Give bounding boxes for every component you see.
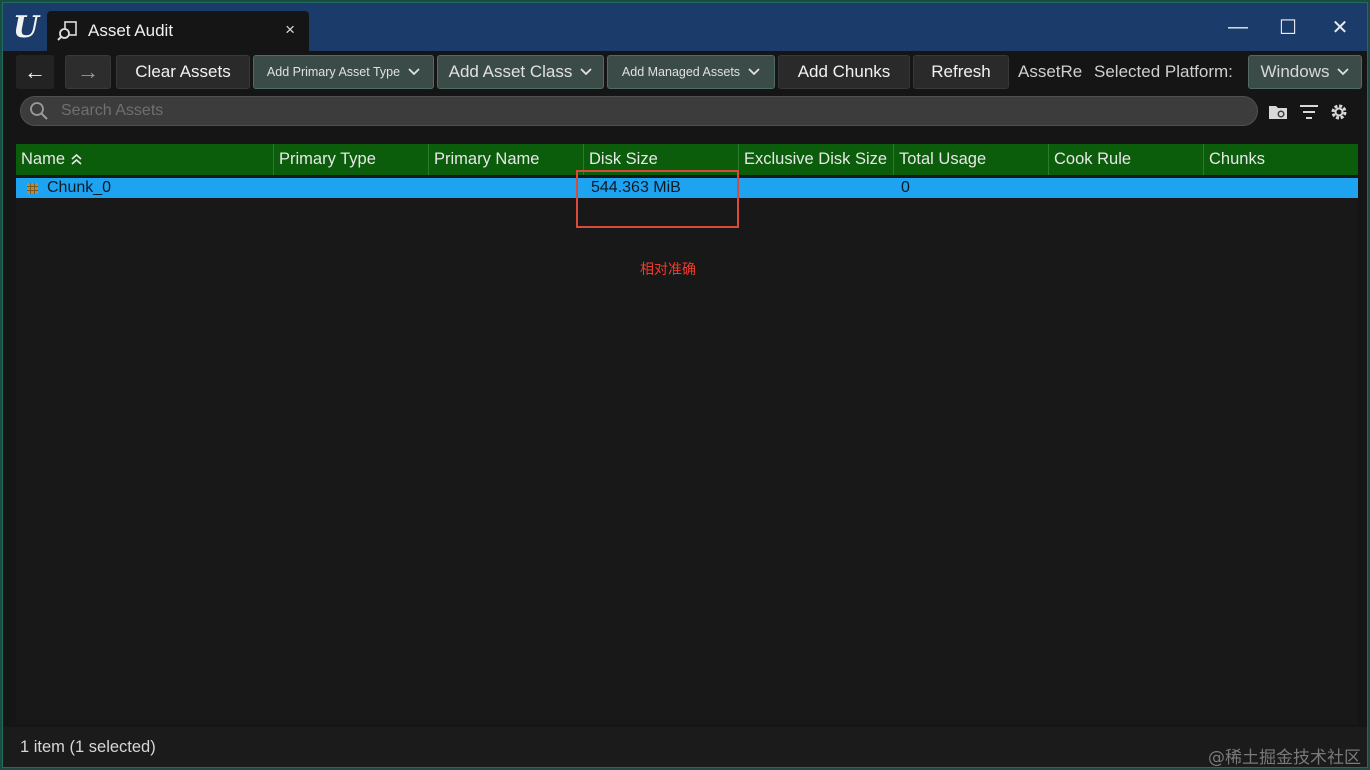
sort-ascending-icon bbox=[71, 154, 82, 165]
minimize-button[interactable]: — bbox=[1220, 13, 1256, 41]
settings-gear-icon[interactable] bbox=[1328, 101, 1350, 123]
back-button[interactable]: ← bbox=[16, 55, 54, 89]
refresh-button[interactable]: Refresh bbox=[913, 55, 1009, 89]
chevron-down-icon bbox=[580, 68, 593, 76]
dropdown-label: Add Managed Assets bbox=[621, 65, 741, 79]
add-asset-class-dropdown[interactable]: Add Asset Class bbox=[437, 55, 604, 89]
filter-icon[interactable] bbox=[1298, 101, 1320, 123]
add-chunks-button[interactable]: Add Chunks bbox=[778, 55, 910, 89]
search-input[interactable] bbox=[61, 102, 1161, 120]
maximize-button[interactable]: ☐ bbox=[1270, 13, 1306, 41]
cell-cook-rule bbox=[1049, 178, 1204, 198]
dropdown-label: Add Primary Asset Type bbox=[266, 65, 401, 79]
item-count-status: 1 item (1 selected) bbox=[20, 738, 156, 756]
watermark: @稀土掘金技术社区 bbox=[1208, 748, 1361, 768]
annotation-highlight-box bbox=[576, 170, 739, 228]
arrow-right-icon: → bbox=[77, 59, 99, 84]
platform-value: Windows bbox=[1260, 62, 1330, 81]
column-header-exclusive-disk-size[interactable]: Exclusive Disk Size bbox=[739, 144, 894, 175]
unreal-logo-icon[interactable]: U bbox=[9, 9, 43, 45]
add-managed-assets-dropdown[interactable]: Add Managed Assets bbox=[607, 55, 775, 89]
status-bar: 1 item (1 selected) @稀土掘金技术社区 bbox=[3, 727, 1367, 768]
asset-audit-icon bbox=[57, 21, 77, 41]
column-header-total-usage[interactable]: Total Usage bbox=[894, 144, 1049, 175]
clear-assets-button[interactable]: Clear Assets bbox=[116, 55, 250, 89]
search-bar bbox=[20, 96, 1258, 126]
cell-exclusive-disk-size bbox=[739, 178, 894, 198]
annotation-text: 相对准确 bbox=[640, 262, 696, 278]
chevron-down-icon bbox=[748, 68, 760, 76]
column-header-primary-name[interactable]: Primary Name bbox=[429, 144, 584, 175]
tab-asset-audit[interactable]: Asset Audit × bbox=[47, 11, 309, 51]
selected-platform-label: Selected Platform: bbox=[1094, 62, 1233, 81]
asset-registry-label[interactable]: AssetRe bbox=[1018, 55, 1082, 89]
forward-button[interactable]: → bbox=[65, 55, 111, 89]
toolbar: ← → Clear Assets Add Primary Asset Type … bbox=[3, 51, 1367, 93]
chevron-down-icon bbox=[1337, 68, 1350, 76]
folder-search-icon[interactable] bbox=[1267, 101, 1289, 123]
cell-name: Chunk_0 bbox=[21, 178, 274, 198]
asset-table: Name Primary Type Primary Name Disk Size… bbox=[16, 144, 1358, 724]
dropdown-label: Add Asset Class bbox=[448, 62, 573, 81]
column-header-cook-rule[interactable]: Cook Rule bbox=[1049, 144, 1204, 175]
title-bar: U Asset Audit × — ☐ ✕ bbox=[3, 3, 1367, 51]
tab-close-icon[interactable]: × bbox=[285, 20, 295, 40]
cell-total-usage: 0 bbox=[901, 179, 910, 196]
cell-primary-name bbox=[429, 178, 584, 198]
cell-chunks bbox=[1204, 178, 1358, 198]
cell-primary-type bbox=[274, 178, 429, 198]
tab-title: Asset Audit bbox=[88, 21, 174, 40]
asset-name: Chunk_0 bbox=[47, 179, 112, 196]
column-header-chunks[interactable]: Chunks bbox=[1204, 144, 1358, 175]
close-button[interactable]: ✕ bbox=[1322, 13, 1358, 41]
chevron-down-icon bbox=[408, 68, 420, 76]
chunk-asset-icon bbox=[27, 182, 38, 194]
asset-audit-window: U Asset Audit × — ☐ ✕ ← → Clear Assets A… bbox=[2, 2, 1368, 768]
search-icon bbox=[30, 102, 48, 120]
platform-dropdown[interactable]: Windows bbox=[1248, 55, 1362, 89]
arrow-left-icon: ← bbox=[24, 59, 46, 84]
add-primary-asset-type-dropdown[interactable]: Add Primary Asset Type bbox=[253, 55, 434, 89]
column-header-primary-type[interactable]: Primary Type bbox=[274, 144, 429, 175]
column-header-name[interactable]: Name bbox=[16, 144, 274, 175]
